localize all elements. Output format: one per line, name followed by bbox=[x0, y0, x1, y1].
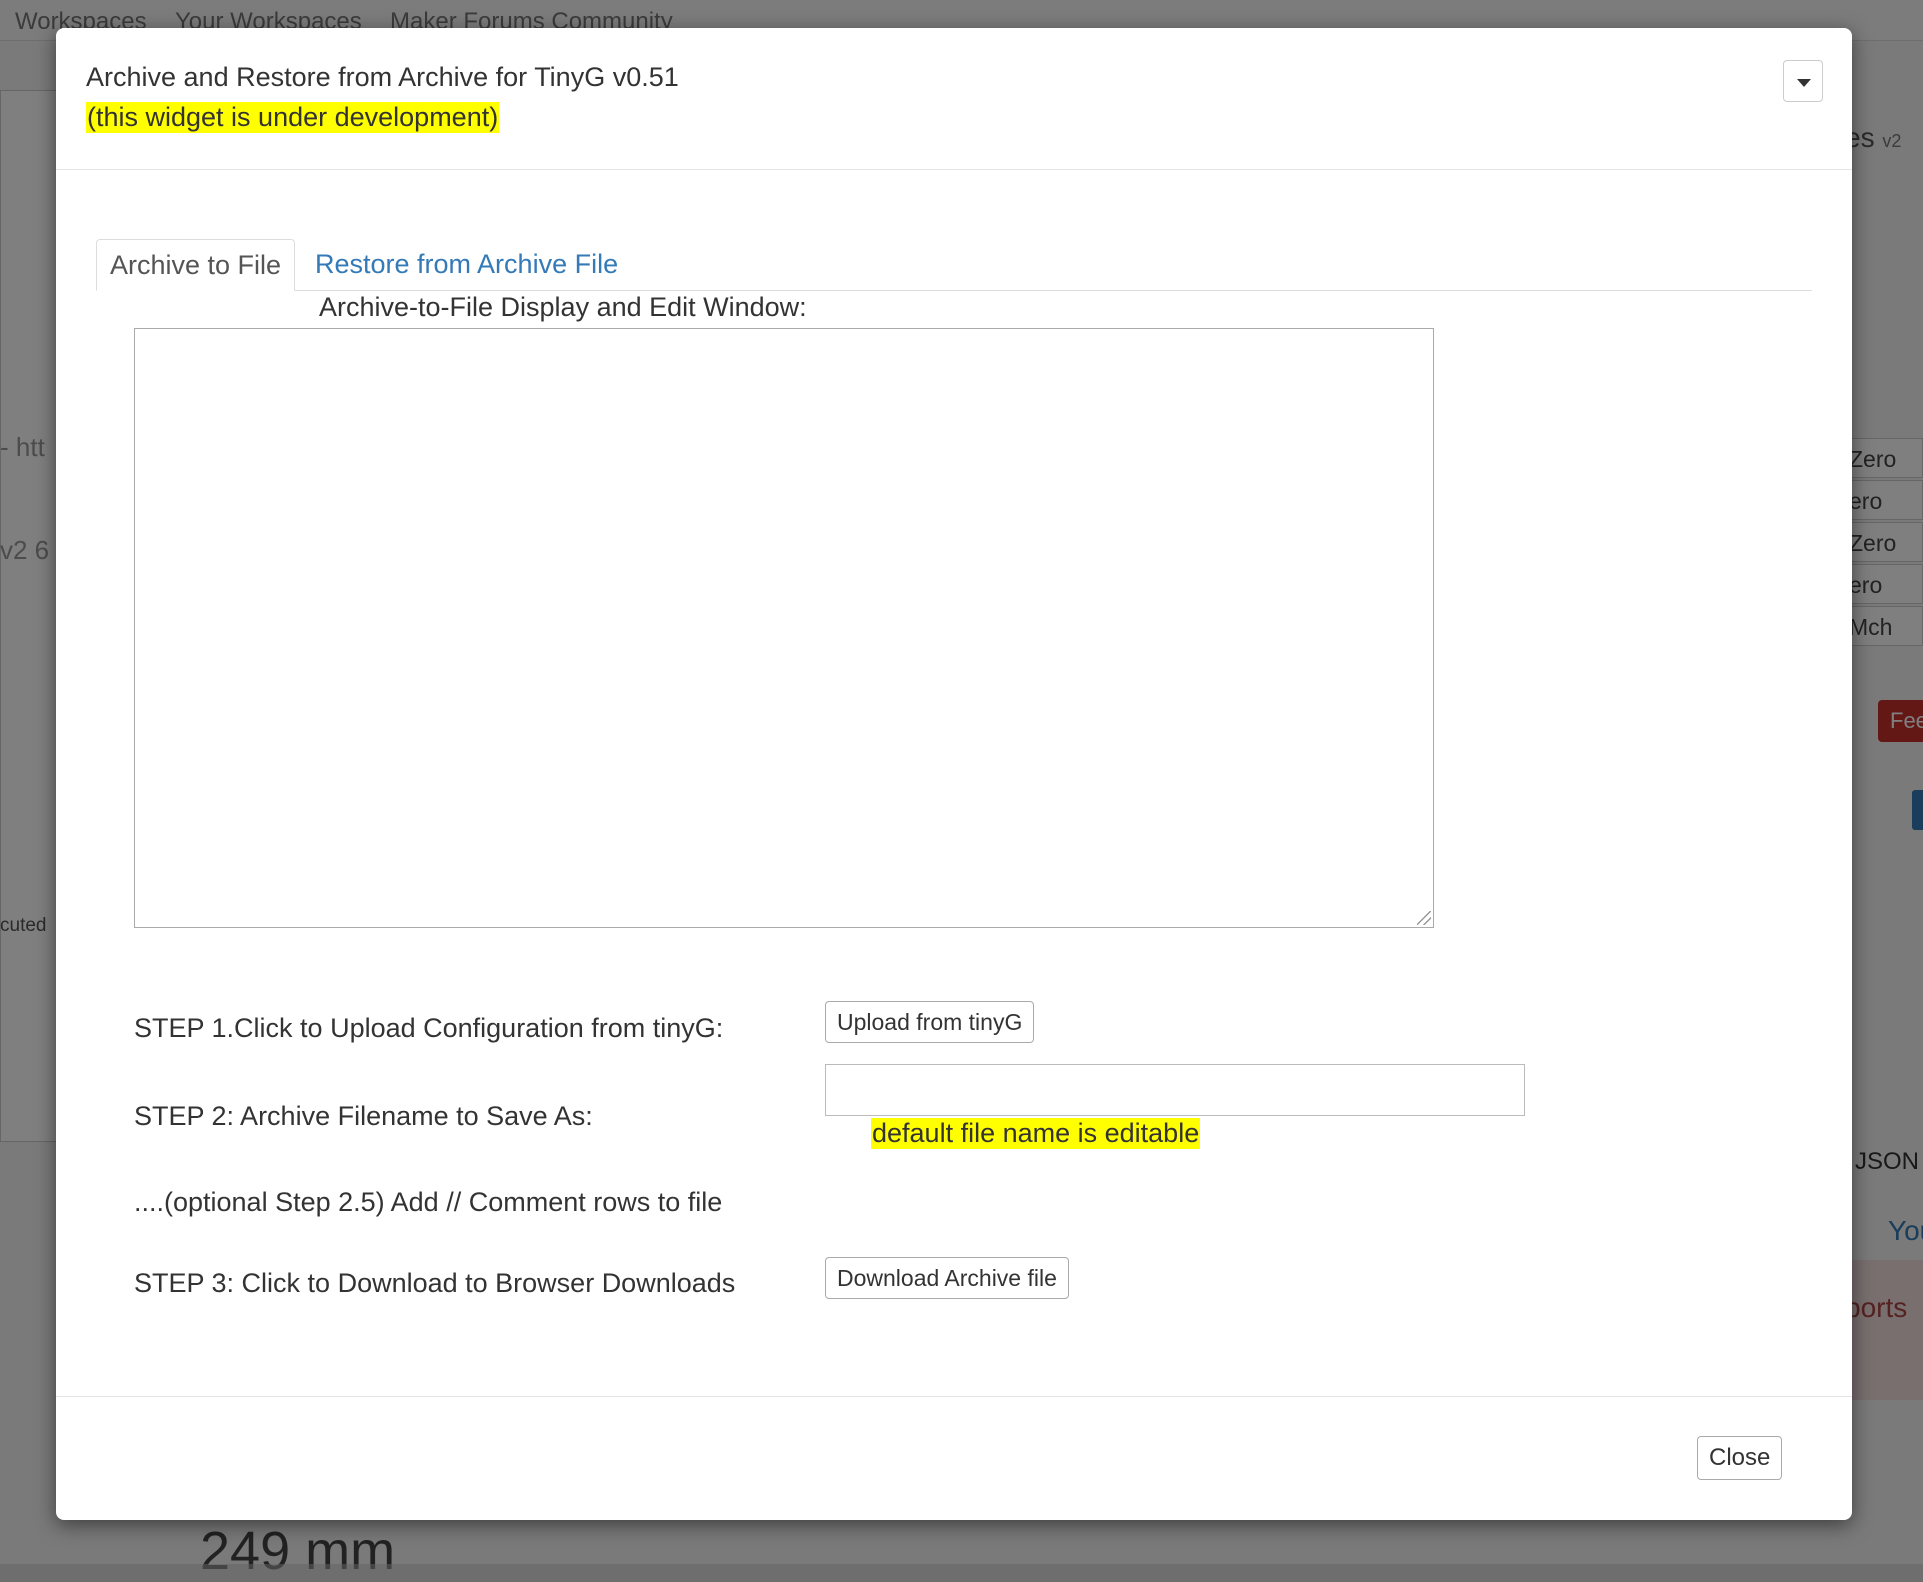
step3-label: STEP 3: Click to Download to Browser Dow… bbox=[134, 1268, 736, 1298]
development-notice: (this widget is under development) bbox=[86, 102, 500, 133]
close-button[interactable]: Close bbox=[1697, 1436, 1783, 1480]
tab-bar: Archive to File Restore from Archive Fil… bbox=[96, 212, 1812, 291]
step2-label: STEP 2: Archive Filename to Save As: bbox=[134, 1101, 593, 1131]
download-archive-button[interactable]: Download Archive file bbox=[825, 1257, 1069, 1299]
filename-hint: default file name is editable bbox=[871, 1118, 1201, 1149]
caret-down-icon bbox=[1797, 79, 1811, 87]
dropdown-menu-button[interactable] bbox=[1783, 60, 1823, 102]
modal-header: Archive and Restore from Archive for Tin… bbox=[56, 28, 1852, 170]
archive-restore-modal: Archive and Restore from Archive for Tin… bbox=[56, 28, 1852, 1520]
edit-window-label: Archive-to-File Display and Edit Window: bbox=[319, 292, 807, 322]
archive-filename-input[interactable] bbox=[825, 1064, 1525, 1116]
upload-from-tinyg-button[interactable]: Upload from tinyG bbox=[825, 1001, 1035, 1043]
step2-5-label[interactable]: ....(optional Step 2.5) Add // Comment r… bbox=[134, 1187, 722, 1218]
resize-grip-icon[interactable] bbox=[1417, 911, 1431, 925]
archive-edit-textarea[interactable] bbox=[134, 328, 1434, 928]
tab-archive-to-file[interactable]: Archive to File bbox=[96, 239, 296, 291]
tab-restore-from-archive[interactable]: Restore from Archive File bbox=[302, 239, 631, 289]
modal-footer-divider bbox=[56, 1396, 1852, 1397]
modal-title: Archive and Restore from Archive for Tin… bbox=[86, 62, 679, 92]
step1-label: STEP 1.Click to Upload Configuration fro… bbox=[134, 1013, 724, 1043]
